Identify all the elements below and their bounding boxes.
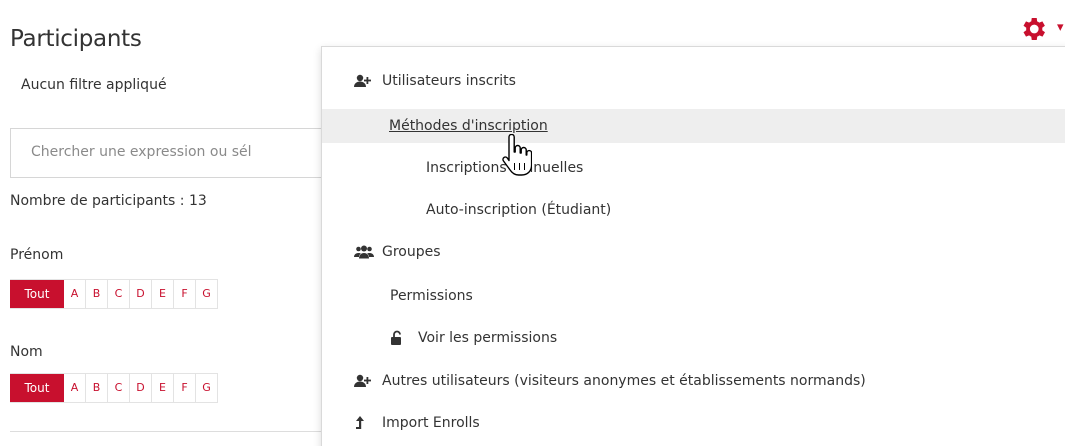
page-title: Participants <box>10 26 142 52</box>
users-icon <box>354 244 376 260</box>
menu-item-label: Voir les permissions <box>418 330 558 346</box>
first-name-letter-f[interactable]: F <box>174 280 196 308</box>
search-input[interactable] <box>31 144 331 160</box>
first-name-letter-g[interactable]: G <box>196 280 218 308</box>
menu-item-label: Inscriptions manuelles <box>426 160 584 176</box>
first-name-letter-b[interactable]: B <box>86 280 108 308</box>
menu-item-label: Autres utilisateurs (visiteurs anonymes … <box>382 373 866 389</box>
last-name-letter-a[interactable]: A <box>64 374 86 402</box>
last-name-letter-c[interactable]: C <box>108 374 130 402</box>
menu-item-label: Méthodes d'inscription <box>389 118 548 134</box>
last-name-label: Nom <box>10 344 43 360</box>
last-name-letter-g[interactable]: G <box>196 374 218 402</box>
menu-item-groups[interactable]: Groupes <box>354 244 441 260</box>
user-plus-icon <box>354 73 376 89</box>
first-name-letter-c[interactable]: C <box>108 280 130 308</box>
last-name-letter-b[interactable]: B <box>86 374 108 402</box>
menu-item-check-permissions[interactable]: Voir les permissions <box>390 330 557 346</box>
last-name-letter-d[interactable]: D <box>130 374 152 402</box>
last-name-letter-f[interactable]: F <box>174 374 196 402</box>
first-name-letter-a[interactable]: A <box>64 280 86 308</box>
upload-arrow-icon <box>354 415 376 431</box>
menu-item-permissions[interactable]: Permissions <box>390 288 473 304</box>
user-plus-icon <box>354 373 376 389</box>
course-settings-menu: Utilisateurs inscrits Méthodes d'inscrip… <box>321 46 1065 446</box>
gear-icon[interactable] <box>1018 14 1048 44</box>
menu-item-enrolled-users[interactable]: Utilisateurs inscrits <box>354 73 516 89</box>
first-name-letter-d[interactable]: D <box>130 280 152 308</box>
last-name-letter-e[interactable]: E <box>152 374 174 402</box>
last-name-all-button[interactable]: Tout <box>10 374 64 402</box>
menu-item-import-enrolls[interactable]: Import Enrolls <box>354 415 480 431</box>
participants-page: Participants Aucun filtre appliqué Nombr… <box>0 0 1065 446</box>
menu-item-label: Auto-inscription (Étudiant) <box>426 202 612 218</box>
first-name-initials-bar: Tout A B C D E F G <box>10 279 218 309</box>
filter-status: Aucun filtre appliqué <box>21 77 167 93</box>
last-name-initials-bar: Tout A B C D E F G <box>10 373 218 403</box>
first-name-all-button[interactable]: Tout <box>10 280 64 308</box>
unlock-icon <box>390 330 412 346</box>
chevron-down-icon[interactable]: ▾ <box>1057 20 1064 35</box>
participant-count: Nombre de participants : 13 <box>10 193 207 209</box>
menu-item-manual-enrolments[interactable]: Inscriptions manuelles <box>426 160 583 176</box>
search-box[interactable] <box>10 128 340 178</box>
menu-item-label: Utilisateurs inscrits <box>382 73 516 89</box>
menu-item-enrolment-methods[interactable]: Méthodes d'inscription <box>322 109 1065 143</box>
menu-item-label: Groupes <box>382 244 441 260</box>
first-name-letter-e[interactable]: E <box>152 280 174 308</box>
first-name-label: Prénom <box>10 247 64 263</box>
menu-item-label: Import Enrolls <box>382 415 480 431</box>
menu-item-other-users[interactable]: Autres utilisateurs (visiteurs anonymes … <box>354 373 866 389</box>
divider <box>10 431 325 432</box>
menu-item-self-enrolment[interactable]: Auto-inscription (Étudiant) <box>426 202 611 218</box>
menu-item-label: Permissions <box>390 288 473 304</box>
